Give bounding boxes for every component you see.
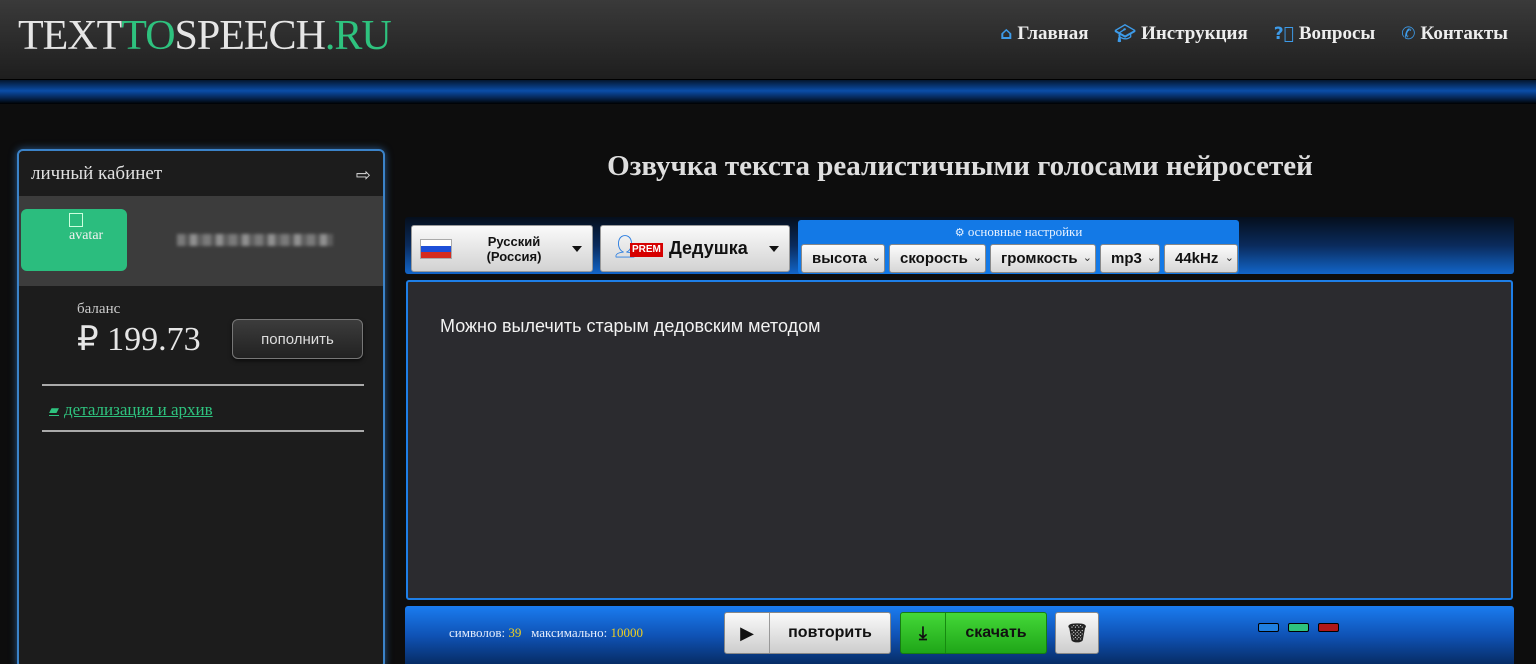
nav-contacts-label: Контакты (1420, 23, 1508, 44)
book-icon: ▰ (49, 402, 59, 418)
samplerate-select[interactable]: 44kHz ⌄ (1164, 244, 1238, 273)
chevron-down-icon: ⌄ (1082, 251, 1092, 264)
max-label: максимально: (531, 625, 608, 640)
repeat-button[interactable]: ▶ повторить (724, 612, 891, 654)
username-redacted (177, 234, 333, 246)
format-select[interactable]: mp3 ⌄ (1100, 244, 1160, 273)
divider (42, 430, 364, 432)
home-icon: ⌂ (1000, 24, 1013, 44)
volume-select[interactable]: громкость ⌄ (990, 244, 1096, 273)
voice-select[interactable]: 👤︎ PREM Дедушка (600, 225, 790, 272)
download-button[interactable]: ⤓ скачать (900, 612, 1047, 654)
theme-swatch-blue[interactable] (1258, 623, 1279, 632)
main-nav: ⌂ Главная 🎓︎ Инструкция ?⃝ Вопросы ✆ Кон… (1000, 23, 1508, 45)
question-circle-icon: ?⃝ (1273, 24, 1294, 44)
nav-questions-label: Вопросы (1298, 23, 1376, 44)
broken-image-icon (69, 213, 83, 227)
trash-icon: 🗑︎ (1065, 622, 1089, 644)
speed-select-label: скорость (900, 250, 968, 267)
user-row: avatar (19, 196, 383, 286)
repeat-button-label: повторить (788, 624, 872, 641)
voice-name: Дедушка (669, 238, 748, 258)
site-logo[interactable]: TEXTTOSPEECH.RU (18, 12, 392, 60)
site-header: TEXTTOSPEECH.RU ⌂ Главная 🎓︎ Инструкция … (0, 0, 1536, 80)
editor-content[interactable]: Можно вылечить старым дедовским методом (440, 316, 820, 337)
voice-toolbar: Русский (Россия) 👤︎ PREM Дедушка ⚙ основ… (405, 217, 1514, 274)
speed-select[interactable]: скорость ⌄ (889, 244, 986, 273)
download-button-label: скачать (965, 624, 1027, 641)
settings-title: ⚙ основные настройки (798, 224, 1239, 240)
logout-icon[interactable]: ⇨ (356, 165, 371, 186)
format-select-label: mp3 (1111, 250, 1142, 267)
caret-down-icon (572, 246, 582, 252)
language-label: Русский (Россия) (460, 234, 568, 264)
nav-contacts[interactable]: ✆ Контакты (1401, 23, 1508, 45)
pitch-select-label: высота (812, 250, 867, 267)
archive-link[interactable]: ▰ детализация и архив (49, 400, 213, 420)
theme-swatch-red[interactable] (1318, 623, 1339, 632)
volume-select-label: громкость (1001, 250, 1078, 267)
download-icon: ⤓ (901, 613, 946, 653)
caret-down-icon (769, 246, 779, 252)
archive-link-label: детализация и архив (64, 400, 213, 419)
nav-instructions[interactable]: 🎓︎ Инструкция (1114, 23, 1247, 45)
language-name: Русский (487, 234, 541, 249)
chars-value: 39 (508, 625, 522, 640)
settings-panel: ⚙ основные настройки высота ⌄ скорость ⌄ г… (798, 220, 1239, 274)
refill-button[interactable]: пополнить (232, 319, 363, 359)
theme-swatch-green[interactable] (1288, 623, 1309, 632)
logo-text-4: .RU (324, 13, 392, 59)
phone-icon: ✆ (1401, 24, 1416, 44)
chevron-down-icon: ⌄ (1224, 251, 1234, 264)
logo-text-2: TO (121, 13, 175, 59)
logo-text-3: SPEECH (174, 13, 326, 59)
nav-home[interactable]: ⌂ Главная (1000, 23, 1088, 45)
divider (42, 384, 364, 386)
char-counter: символов: 39 максимально: 10000 (449, 625, 643, 641)
chevron-down-icon: ⌄ (972, 251, 982, 264)
settings-title-text: основные настройки (967, 224, 1083, 239)
play-icon: ▶ (725, 613, 770, 653)
chevron-down-icon: ⌄ (871, 251, 881, 264)
header-divider-band (0, 80, 1536, 104)
samplerate-select-label: 44kHz (1175, 250, 1219, 267)
page-title: Озвучка текста реалистичными голосами не… (607, 150, 1313, 182)
balance-value: ₽ 199.73 (77, 321, 201, 358)
chars-label: символов: (449, 625, 506, 640)
nav-instructions-label: Инструкция (1141, 23, 1248, 44)
nav-questions[interactable]: ?⃝ Вопросы (1274, 23, 1376, 45)
account-panel-title: личный кабинет (31, 163, 163, 184)
text-editor[interactable]: Можно вылечить старым дедовским методом (406, 280, 1513, 600)
avatar[interactable]: avatar (21, 209, 127, 271)
action-bar: символов: 39 максимально: 10000 ▶ повтор… (405, 606, 1514, 664)
logo-text-1: TEXT (18, 13, 122, 59)
premium-badge: PREM (630, 243, 663, 257)
chevron-down-icon: ⌄ (1146, 251, 1156, 264)
pitch-select[interactable]: высота ⌄ (801, 244, 885, 273)
avatar-alt-text: avatar (69, 228, 104, 243)
delete-button[interactable]: 🗑︎ (1055, 612, 1099, 654)
graduation-cap-icon: 🎓︎ (1114, 24, 1137, 44)
account-panel: личный кабинет ⇨ avatar баланс ₽ 199.73 … (17, 149, 385, 664)
max-value: 10000 (610, 625, 643, 640)
balance-label: баланс (77, 301, 121, 317)
gear-icon: ⚙ (954, 226, 965, 239)
nav-home-label: Главная (1017, 23, 1089, 44)
language-select[interactable]: Русский (Россия) (411, 225, 593, 272)
language-region: (Россия) (486, 249, 542, 264)
russia-flag-icon (420, 239, 452, 259)
